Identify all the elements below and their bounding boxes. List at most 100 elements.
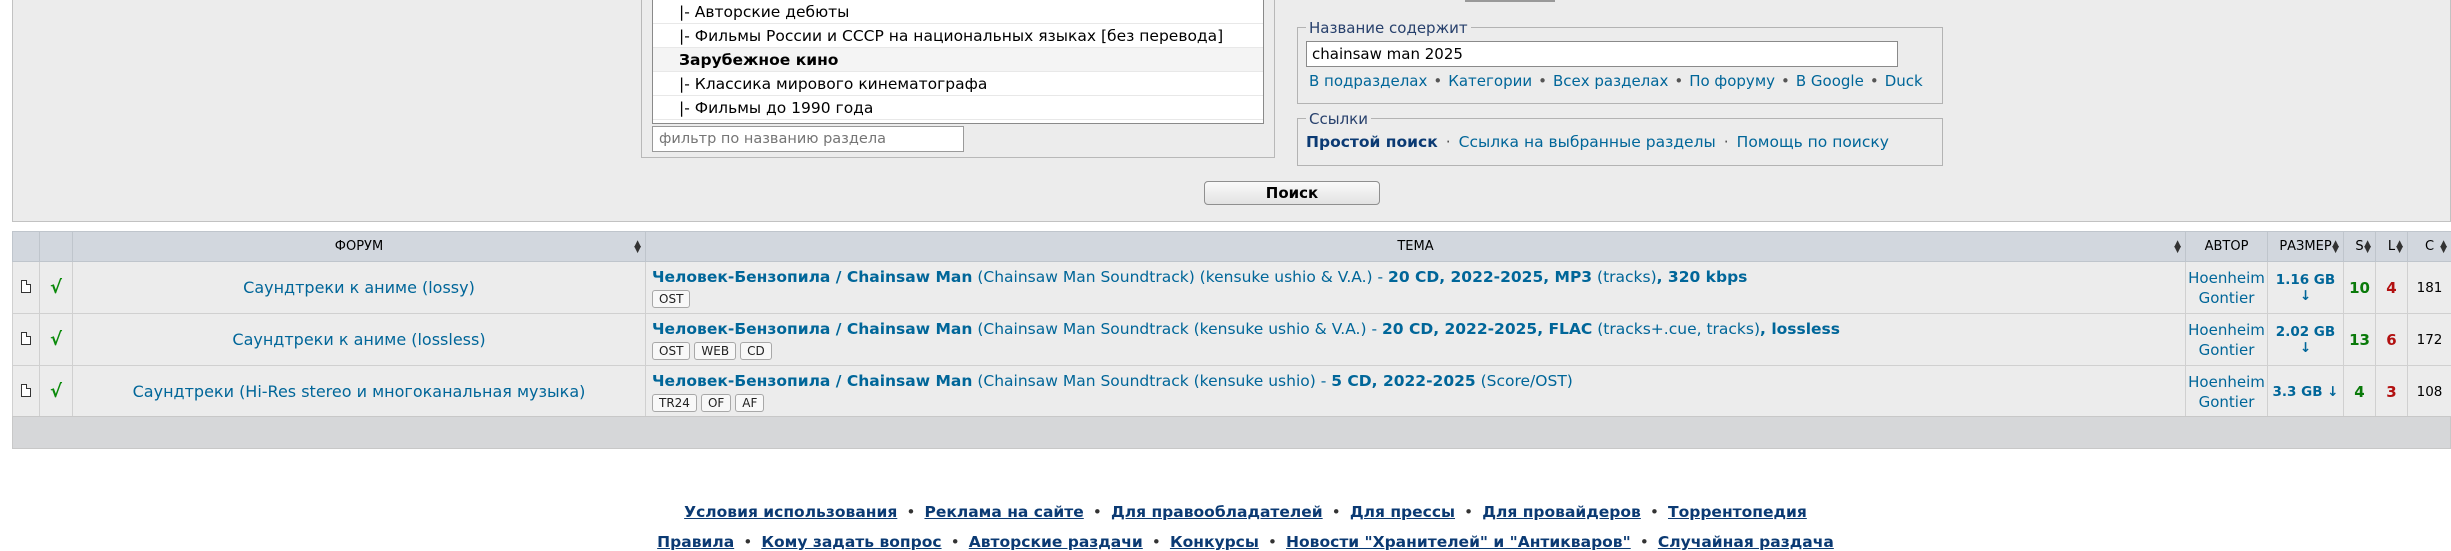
header-completed[interactable]: C ▲ ▼ (2407, 231, 2451, 262)
title-search-input[interactable] (1306, 41, 1898, 67)
sort-arrows-icon: ▲ ▼ (2396, 239, 2403, 255)
table-header-row: ФОРУМ ▲ ▼ ТЕМА ▲ ▼ АВТОР РАЗМЕР ▲ ▼ S ▲ ▼ L ▲ ▼ C ▲… (12, 231, 2451, 262)
row-size-cell: 2.02 GB ↓ (2267, 313, 2344, 366)
topic-title-main: Человек-Бензопила / Chainsaw Man (652, 268, 973, 286)
completed-count: 108 (2407, 365, 2451, 418)
forum-option[interactable]: |- Фильмы России и СССР на национальных … (653, 24, 1263, 48)
selected-sections-link[interactable]: Ссылка на выбранные разделы (1459, 133, 1716, 151)
footer-link[interactable]: Реклама на сайте (924, 503, 1083, 521)
tag-badge[interactable]: OST (652, 290, 691, 308)
header-completed-label: C (2424, 239, 2435, 254)
separator: • (1781, 72, 1790, 90)
footer-link[interactable]: Условия использования (684, 503, 897, 521)
author-link[interactable]: Hoenheim Gontier (2188, 321, 2265, 359)
tag-badge[interactable]: TR24 (652, 394, 697, 412)
link-duck[interactable]: Duck (1885, 72, 1923, 90)
topic-title-tail: (tracks+.cue, tracks) (1592, 320, 1761, 338)
footer-links-secondary: Правила • Кому задать вопрос • Авторские раз… (0, 533, 2451, 551)
tag-badge[interactable]: OST (652, 342, 691, 360)
tag-badge[interactable]: WEB (694, 342, 737, 360)
footer-link[interactable]: Для провайдеров (1482, 503, 1641, 521)
footer-link[interactable]: Новости "Хранителей" и "Антикваров" (1286, 533, 1631, 551)
footer-link[interactable]: Авторские раздачи (969, 533, 1143, 551)
topic-title-mid: (Chainsaw Man Soundtrack (kensuke ushio … (972, 320, 1382, 338)
seeds-count: 4 (2343, 365, 2376, 418)
tag-badge[interactable]: CD (740, 342, 772, 360)
topic-title-format: 5 CD, 2022-2025 (1331, 372, 1476, 390)
seeds-count: 13 (2343, 313, 2376, 366)
search-help-link[interactable]: Помощь по поиску (1737, 133, 1889, 151)
separator: • (1331, 503, 1341, 521)
link-subsections[interactable]: В подразделах (1309, 72, 1427, 90)
forum-option[interactable]: |- Авторские дебюты (653, 0, 1263, 24)
row-author-cell: Hoenheim Gontier (2185, 261, 2268, 314)
forum-option[interactable]: |- Фильмы до 1990 года (653, 96, 1263, 120)
header-seeds[interactable]: S ▲ ▼ (2343, 231, 2376, 262)
separator: • (1433, 72, 1443, 90)
footer-link[interactable]: Для правообладателей (1111, 503, 1323, 521)
table-row: √ Саундтреки к аниме (lossy) Человек-Бен… (12, 261, 2451, 314)
separator: • (1464, 503, 1474, 521)
check-icon: √ (49, 277, 62, 298)
topic-link[interactable]: Человек-Бензопила / Chainsaw Man (Chains… (652, 320, 1840, 338)
link-all-sections[interactable]: Всех разделах (1553, 72, 1668, 90)
tag-badge[interactable]: OF (700, 394, 732, 412)
links-fieldset: Ссылки Простой поиск · Ссылка на выбранные… (1297, 110, 1943, 166)
footer-link[interactable]: Конкурсы (1170, 533, 1259, 551)
link-by-forum[interactable]: По форуму (1689, 72, 1775, 90)
topic-title-mid: (Chainsaw Man Soundtrack (kensuke ushio)… (972, 372, 1332, 390)
forum-select-list[interactable]: |- Авторские дебюты |- Фильмы России и С… (652, 0, 1264, 124)
footer-link[interactable]: Для прессы (1350, 503, 1455, 521)
search-button[interactable]: Поиск (1204, 181, 1380, 205)
separator: • (743, 533, 753, 551)
forum-option[interactable]: |- Классика мирового кинематографа (653, 72, 1263, 96)
author-link[interactable]: Hoenheim Gontier (2188, 373, 2265, 411)
completed-count: 181 (2407, 261, 2451, 314)
header-forum[interactable]: ФОРУМ ▲ ▼ (72, 231, 646, 262)
simple-search-link[interactable]: Простой поиск (1306, 133, 1438, 151)
footer-link[interactable]: Случайная раздача (1658, 533, 1834, 551)
file-icon[interactable] (21, 279, 31, 293)
row-forum-cell: Саундтреки (Hi-Res stereo и многоканальн… (72, 365, 646, 418)
download-size-link[interactable]: 1.16 GB ↓ (2276, 272, 2335, 304)
row-forum-cell: Саундтреки к аниме (lossy) (72, 261, 646, 314)
tag-badge[interactable]: AF (735, 394, 765, 412)
header-author[interactable]: АВТОР (2185, 231, 2268, 262)
link-google[interactable]: В Google (1796, 72, 1864, 90)
download-size-link[interactable]: 3.3 GB ↓ (2273, 384, 2339, 400)
topic-link[interactable]: Человек-Бензопила / Chainsaw Man (Chains… (652, 372, 1573, 390)
forum-link[interactable]: Саундтреки к аниме (lossless) (232, 330, 485, 349)
author-link[interactable]: Hoenheim Gontier (2188, 269, 2265, 307)
tag-list: OST WEB CD (652, 341, 2185, 360)
forum-select-box: |- Авторские дебюты |- Фильмы России и С… (641, 0, 1275, 158)
topic-title-main: Человек-Бензопила / Chainsaw Man (652, 320, 973, 338)
row-icon-cell[interactable] (12, 365, 40, 418)
footer-link[interactable]: Правила (657, 533, 734, 551)
sort-arrows-icon: ▲ ▼ (634, 239, 641, 255)
row-forum-cell: Саундтреки к аниме (lossless) (72, 313, 646, 366)
header-size[interactable]: РАЗМЕР ▲ ▼ (2267, 231, 2344, 262)
link-categories[interactable]: Категории (1448, 72, 1532, 90)
title-search-links: В подразделах • Категории • Всех разделах • По… (1309, 72, 1923, 90)
footer-link[interactable]: Торрентопедия (1668, 503, 1807, 521)
author-name-line1: Hoenheim (2188, 372, 2265, 391)
file-icon[interactable] (21, 331, 31, 345)
row-icon-cell[interactable] (12, 261, 40, 314)
separator: • (1869, 72, 1879, 90)
topic-link[interactable]: Человек-Бензопила / Chainsaw Man (Chains… (652, 268, 1747, 286)
forum-filter-input[interactable] (652, 126, 964, 152)
row-icon-cell[interactable] (12, 313, 40, 366)
footer-link[interactable]: Кому задать вопрос (761, 533, 941, 551)
forum-link[interactable]: Саундтреки (Hi-Res stereo и многоканальн… (133, 382, 586, 401)
header-icon (12, 231, 40, 262)
separator: • (1674, 72, 1684, 90)
tag-list: TR24 OF AF (652, 393, 2185, 412)
download-size-link[interactable]: 2.02 GB ↓ (2276, 324, 2335, 356)
forum-link[interactable]: Саундтреки к аниме (lossy) (243, 278, 475, 297)
file-icon[interactable] (21, 383, 31, 397)
forum-category[interactable]: Зарубежное кино (653, 48, 1263, 72)
separator: • (1092, 503, 1102, 521)
search-panel: |- Авторские дебюты |- Фильмы России и С… (12, 0, 2451, 222)
header-leeches[interactable]: L ▲ ▼ (2375, 231, 2408, 262)
header-topic[interactable]: ТЕМА ▲ ▼ (645, 231, 2186, 262)
